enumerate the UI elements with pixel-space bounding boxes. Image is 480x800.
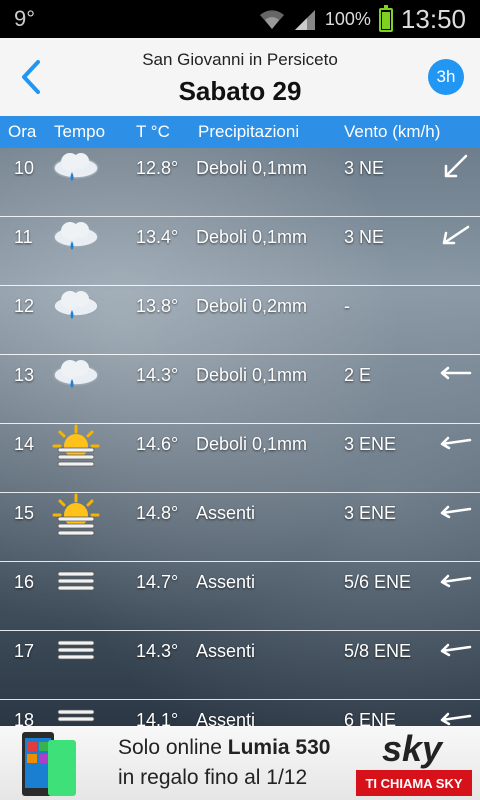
column-precipitazioni: Precipitazioni xyxy=(198,122,300,141)
ad-headline-bold: Lumia 530 xyxy=(227,736,331,759)
row-wind: 3 ENE xyxy=(344,434,397,454)
row-precipitation: Assenti xyxy=(196,503,256,523)
table-header: Ora Tempo T °C Precipitazioni Vento (km/… xyxy=(0,116,480,148)
row-precipitation: Assenti xyxy=(196,710,256,726)
column-ora: Ora xyxy=(8,122,37,141)
row-temperature: 14.7° xyxy=(136,572,179,592)
status-bar: 9° 100% 13:50 xyxy=(0,0,480,38)
row-hour: 10 xyxy=(14,158,35,178)
wind-arrow-w-icon xyxy=(440,366,472,380)
table-row: 17 14.3° Assenti 5/8 ENE xyxy=(0,631,480,700)
row-wind: 3 NE xyxy=(344,227,385,247)
table-row: 11 13.4° Deboli 0,1mm 3 NE xyxy=(0,217,480,286)
ad-subline: in regalo fino al 1/12 xyxy=(118,766,308,789)
ad-banner[interactable]: Solo online Lumia 530 in regalo fino al … xyxy=(0,726,480,800)
row-temperature: 13.8° xyxy=(136,296,179,316)
row-hour: 15 xyxy=(14,503,35,523)
table-row: 14 14.6° Deboli 0,1mm 3 ENE xyxy=(0,424,480,493)
wind-arrow-w-icon xyxy=(440,643,472,657)
sun-fog-icon xyxy=(52,493,100,536)
wind-arrow-w-icon xyxy=(440,505,472,519)
ad-headline: Solo online Lumia 530 xyxy=(118,736,330,760)
ad-headline-prefix: Solo online xyxy=(118,736,228,759)
row-hour: 11 xyxy=(14,227,33,247)
row-wind: 3 NE xyxy=(344,158,385,178)
row-hour: 16 xyxy=(14,572,35,592)
sun-fog-icon xyxy=(52,424,100,467)
sky-logo: sky xyxy=(382,728,443,769)
wind-arrow-w-icon xyxy=(440,436,472,450)
row-temperature: 14.8° xyxy=(136,503,179,523)
row-temperature: 13.4° xyxy=(136,227,179,247)
row-temperature: 14.3° xyxy=(136,641,179,661)
row-hour: 12 xyxy=(14,296,35,316)
column-temperatura: T °C xyxy=(136,122,170,141)
phone-image xyxy=(22,732,76,796)
row-temperature: 14.1° xyxy=(136,710,179,726)
row-wind: 6 ENE xyxy=(344,710,397,726)
table-row: 12 13.8° Deboli 0,2mm - xyxy=(0,286,480,355)
row-precipitation: Deboli 0,1mm xyxy=(196,365,308,385)
forecast-table[interactable]: 10 12.8° Deboli 0,1mm 3 NE 11 13.4° Debo… xyxy=(0,148,480,726)
row-hour: 13 xyxy=(14,365,35,385)
row-temperature: 14.3° xyxy=(136,365,179,385)
column-tempo: Tempo xyxy=(54,122,106,141)
row-temperature: 12.8° xyxy=(136,158,179,178)
row-precipitation: Deboli 0,2mm xyxy=(196,296,308,316)
row-hour: 18 xyxy=(14,710,35,726)
table-row: 15 14.8° Assenti 3 ENE xyxy=(0,493,480,562)
table-row: 10 12.8° Deboli 0,1mm 3 NE xyxy=(0,148,480,217)
battery-percent: 100% xyxy=(324,9,371,29)
cloud-rain-icon xyxy=(53,222,99,250)
table-row: 13 14.3° Deboli 0,1mm 2 E xyxy=(0,355,480,424)
fog-icon xyxy=(57,571,95,591)
row-hour: 17 xyxy=(14,641,35,661)
row-precipitation: Assenti xyxy=(196,572,256,592)
row-wind: 3 ENE xyxy=(344,503,397,523)
row-wind: - xyxy=(344,296,350,316)
column-vento: Vento (km/h) xyxy=(344,122,441,141)
wifi-icon xyxy=(259,9,284,29)
table-row: 18 14.1° Assenti 6 ENE xyxy=(0,700,480,726)
interval-3h-button[interactable]: 3h xyxy=(428,59,464,95)
city-name: San Giovanni in Persiceto xyxy=(142,50,338,69)
row-wind: 2 E xyxy=(344,365,372,385)
wind-arrow-w-icon xyxy=(440,712,472,726)
cloud-rain-icon xyxy=(53,360,99,388)
wind-arrow-sw-icon xyxy=(442,225,470,245)
row-precipitation: Assenti xyxy=(196,641,256,661)
cloud-rain-icon xyxy=(53,153,99,181)
app-header: San Giovanni in Persiceto Sabato 29 3h xyxy=(0,38,480,116)
battery-icon xyxy=(378,4,393,32)
row-wind: 5/8 ENE xyxy=(344,641,412,661)
wind-arrow-sw-icon xyxy=(444,154,468,178)
status-time: 13:50 xyxy=(400,4,466,34)
wind-arrow-w-icon xyxy=(440,574,472,588)
row-precipitation: Deboli 0,1mm xyxy=(196,158,308,178)
ad-cta-button[interactable]: TI CHIAMA SKY xyxy=(356,770,472,796)
row-wind: 5/6 ENE xyxy=(344,572,412,592)
page-title: Sabato 29 xyxy=(178,76,302,106)
row-hour: 14 xyxy=(14,434,35,454)
fog-icon xyxy=(57,640,95,660)
table-row: 16 14.7° Assenti 5/6 ENE xyxy=(0,562,480,631)
row-precipitation: Deboli 0,1mm xyxy=(196,434,308,454)
fog-icon xyxy=(57,709,95,722)
row-temperature: 14.6° xyxy=(136,434,179,454)
cloud-rain-icon xyxy=(53,291,99,319)
signal-icon xyxy=(294,9,315,30)
status-right: 100% 13:50 xyxy=(259,4,466,35)
row-precipitation: Deboli 0,1mm xyxy=(196,227,308,247)
status-temperature: 9° xyxy=(14,6,36,31)
